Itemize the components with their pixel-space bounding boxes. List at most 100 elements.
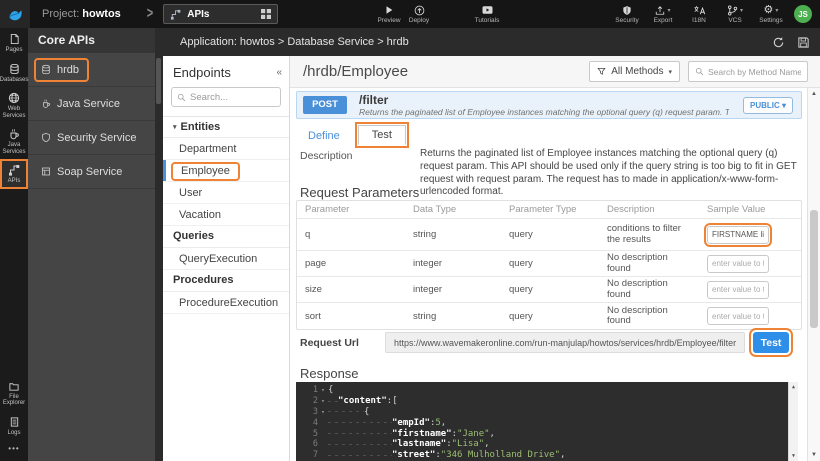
- more-options-icon[interactable]: •••: [0, 440, 28, 457]
- code-line: 3▾{: [296, 407, 798, 418]
- api-icon: [8, 164, 20, 176]
- top-bar: Project:howtos > APIs Preview Deploy Tut…: [0, 0, 820, 28]
- save-icon[interactable]: [797, 36, 810, 49]
- procedures-section-header[interactable]: Procedures: [163, 270, 289, 292]
- i18n-button[interactable]: I18N: [686, 0, 712, 28]
- topbar-center-actions: Preview Deploy Tutorials: [376, 0, 500, 28]
- request-url-row: Request Url Test: [290, 332, 807, 354]
- refresh-icon[interactable]: [772, 36, 785, 49]
- scroll-up-icon[interactable]: ▲: [789, 384, 798, 390]
- test-button[interactable]: Test: [753, 332, 789, 353]
- method-badge[interactable]: POST: [303, 96, 347, 114]
- request-parameters-table: Parameter Data Type Parameter Type Descr…: [296, 200, 802, 330]
- request-parameters-title: Request Parameters: [300, 185, 419, 200]
- shield-icon: [622, 4, 632, 16]
- chevron-right-icon: >: [147, 6, 153, 23]
- tab-define[interactable]: Define: [300, 127, 348, 145]
- sample-value-input-page[interactable]: [707, 255, 769, 273]
- sample-value-input-sort[interactable]: [707, 307, 769, 325]
- endpoint-row-filter[interactable]: POST /filter Returns the paginated list …: [296, 91, 802, 119]
- database-icon: [9, 63, 20, 75]
- caret-down-icon: ▾: [775, 7, 778, 14]
- database-icon: [41, 64, 51, 75]
- table-header-row: Parameter Data Type Parameter Type Descr…: [297, 201, 801, 219]
- method-search[interactable]: [688, 61, 808, 82]
- endpoint-item-department[interactable]: Department: [163, 138, 289, 160]
- security-button[interactable]: Security: [614, 0, 640, 28]
- folder-icon: [8, 381, 20, 392]
- endpoint-item-queryexecution[interactable]: QueryExecution: [163, 248, 289, 270]
- coffee-icon: [8, 128, 20, 140]
- video-icon: [481, 4, 494, 16]
- branch-icon: [727, 5, 738, 16]
- endpoints-search-input[interactable]: [190, 92, 275, 103]
- vcs-button[interactable]: ▾ VCS: [722, 0, 748, 28]
- editor-scrollbar[interactable]: ▲ ▼: [788, 382, 798, 461]
- caret-down-icon: ▾: [173, 124, 177, 131]
- sample-value-input-size[interactable]: [707, 281, 769, 299]
- apis-workspace-tab[interactable]: APIs: [163, 4, 278, 24]
- fold-icon[interactable]: ▾: [318, 408, 328, 416]
- visibility-dropdown[interactable]: PUBLIC ▾: [743, 97, 793, 114]
- grid-icon[interactable]: [261, 9, 271, 19]
- sidebar-item-java-services[interactable]: Java Services: [0, 123, 28, 159]
- globe-icon: [8, 92, 20, 104]
- scroll-down-icon[interactable]: ▼: [808, 449, 820, 461]
- scroll-down-icon[interactable]: ▼: [789, 453, 798, 459]
- sidebar-item-web-services[interactable]: Web Services: [0, 87, 28, 123]
- sample-value-input-q[interactable]: [707, 226, 769, 244]
- translate-icon: [693, 4, 706, 16]
- fold-icon[interactable]: ▾: [318, 397, 328, 405]
- sidebar-item-apis[interactable]: APIs: [0, 159, 28, 189]
- endpoint-item-employee[interactable]: Employee: [163, 160, 289, 182]
- sidebar-item-file-explorer[interactable]: File Explorer: [0, 376, 28, 411]
- request-url-input[interactable]: [385, 332, 745, 353]
- description-label: Description: [300, 150, 353, 162]
- endpoint-summary: Returns the paginated list of Employee i…: [359, 107, 729, 117]
- wavemaker-logo[interactable]: [0, 0, 30, 28]
- code-line: 4"empId": 5,: [296, 417, 798, 428]
- settings-button[interactable]: ⚙▾ Settings: [758, 0, 784, 28]
- core-apis-item-label: Java Service: [57, 98, 120, 110]
- endpoint-item-vacation[interactable]: Vacation: [163, 204, 289, 226]
- response-code-editor[interactable]: 1▾{ 2▾"content": [ 3▾{ 4"empId": 5, 5"fi…: [296, 382, 798, 461]
- content-scrollbar[interactable]: ▲ ▼: [807, 88, 820, 461]
- preview-button[interactable]: Preview: [376, 0, 402, 28]
- core-apis-item-soap-service[interactable]: Soap Service: [28, 155, 155, 189]
- method-search-input[interactable]: [708, 67, 801, 77]
- entities-section-header[interactable]: ▾Entities: [163, 116, 289, 138]
- description-text: Returns the paginated list of Employee i…: [420, 148, 801, 199]
- core-apis-item-security-service[interactable]: Security Service: [28, 121, 155, 155]
- panel-scrollbar-thumb[interactable]: [156, 58, 161, 104]
- core-apis-item-hrdb[interactable]: hrdb: [28, 53, 155, 87]
- collapse-panel-icon[interactable]: «: [276, 67, 282, 78]
- search-icon: [177, 93, 186, 102]
- endpoint-item-procedureexecution[interactable]: ProcedureExecution: [163, 292, 289, 314]
- table-row-sort: sort string query No description found: [297, 303, 801, 329]
- code-line: 2▾"content": [: [296, 396, 798, 407]
- fold-icon[interactable]: ▾: [318, 386, 328, 394]
- scrollbar-thumb[interactable]: [810, 210, 818, 328]
- methods-filter-dropdown[interactable]: All Methods ▾: [589, 61, 680, 82]
- endpoints-title: Endpoints: [173, 65, 231, 80]
- filter-icon: [597, 67, 606, 76]
- endpoints-search[interactable]: [171, 87, 281, 107]
- export-button[interactable]: ▾ Export: [650, 0, 676, 28]
- sidebar-item-databases[interactable]: Databases: [0, 58, 28, 88]
- deploy-icon: [414, 4, 425, 16]
- endpoint-item-user[interactable]: User: [163, 182, 289, 204]
- caret-down-icon: ▾: [667, 7, 670, 14]
- user-avatar[interactable]: JS: [794, 5, 812, 23]
- tutorials-button[interactable]: Tutorials: [474, 0, 500, 28]
- scroll-up-icon[interactable]: ▲: [808, 88, 820, 100]
- sidebar-item-pages[interactable]: Pages: [0, 28, 28, 58]
- tab-test[interactable]: Test: [358, 125, 406, 145]
- panel-scrollbar[interactable]: [155, 28, 163, 461]
- code-line: 7"street": "346 Mulholland Drive",: [296, 450, 798, 461]
- deploy-button[interactable]: Deploy: [406, 0, 432, 28]
- apis-tab-label: APIs: [187, 9, 255, 20]
- core-apis-item-java-service[interactable]: Java Service: [28, 87, 155, 121]
- queries-section-header[interactable]: Queries: [163, 226, 289, 248]
- code-line: 1▾{: [296, 385, 798, 396]
- sidebar-item-logs[interactable]: Logs: [0, 411, 28, 441]
